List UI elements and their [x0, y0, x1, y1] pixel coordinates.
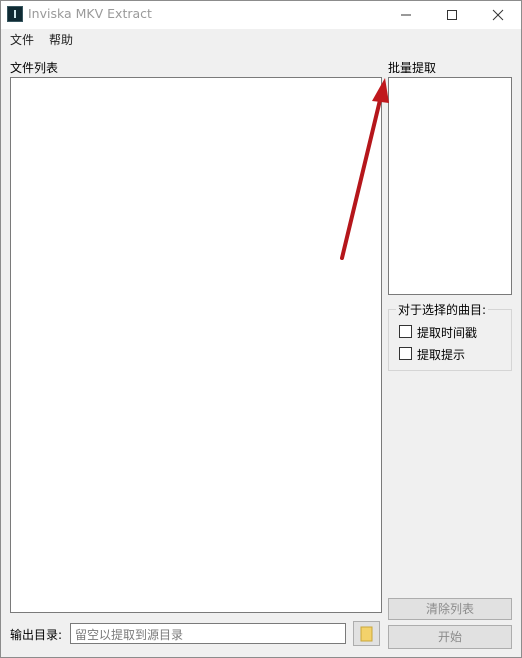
annotation-arrow-icon — [340, 78, 389, 260]
